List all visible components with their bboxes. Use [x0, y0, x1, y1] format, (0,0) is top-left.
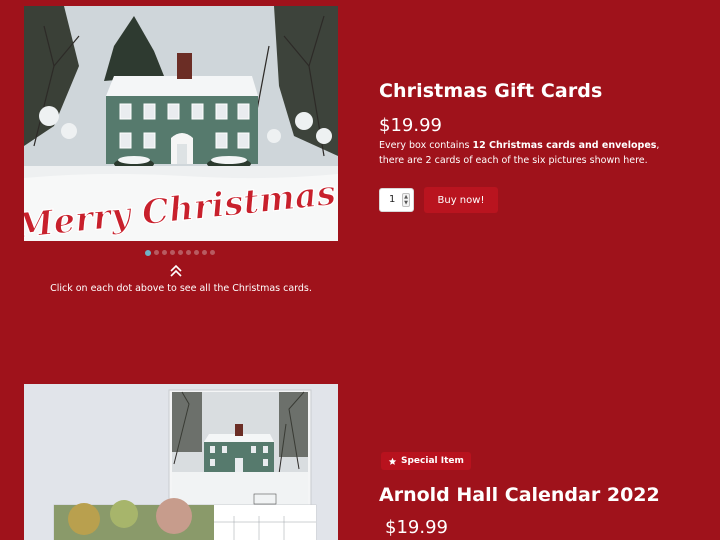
- star-icon: [388, 457, 397, 465]
- carousel-dot[interactable]: [170, 250, 175, 255]
- description-prefix: Every box contains: [379, 140, 473, 151]
- product-price-calendar: $19.99: [385, 517, 448, 538]
- carousel-dot[interactable]: [210, 250, 215, 255]
- badge-label: Special Item: [401, 456, 464, 466]
- double-chevron-up-icon: [170, 264, 182, 277]
- product-price: $19.99: [379, 115, 442, 136]
- carousel-dot[interactable]: [186, 250, 191, 255]
- carousel-caption: Click on each dot above to see all the C…: [50, 283, 312, 294]
- special-item-badge: Special Item: [381, 452, 471, 470]
- description-bold: 12 Christmas cards and envelopes: [472, 140, 657, 151]
- product-title: Christmas Gift Cards: [379, 80, 603, 102]
- quantity-input[interactable]: 1 ▲ ▼: [379, 188, 414, 212]
- quantity-value: 1: [389, 194, 396, 205]
- carousel-dot[interactable]: [154, 250, 159, 255]
- carousel-dots: [145, 249, 215, 256]
- carousel-dot[interactable]: [162, 250, 167, 255]
- product-image-calendar: [24, 384, 338, 540]
- stepper-down-icon[interactable]: ▼: [403, 200, 409, 206]
- carousel-dot[interactable]: [202, 250, 207, 255]
- product-title-calendar: Arnold Hall Calendar 2022: [379, 484, 660, 506]
- carousel-dot[interactable]: [145, 249, 151, 256]
- product-image-christmas-card: Merry Christmas: [24, 6, 338, 241]
- carousel-dot[interactable]: [178, 250, 183, 255]
- carousel-dot[interactable]: [194, 250, 199, 255]
- product-description: Every box contains 12 Christmas cards an…: [379, 139, 679, 168]
- buy-now-button[interactable]: Buy now!: [424, 187, 498, 213]
- quantity-stepper[interactable]: ▲ ▼: [402, 193, 410, 207]
